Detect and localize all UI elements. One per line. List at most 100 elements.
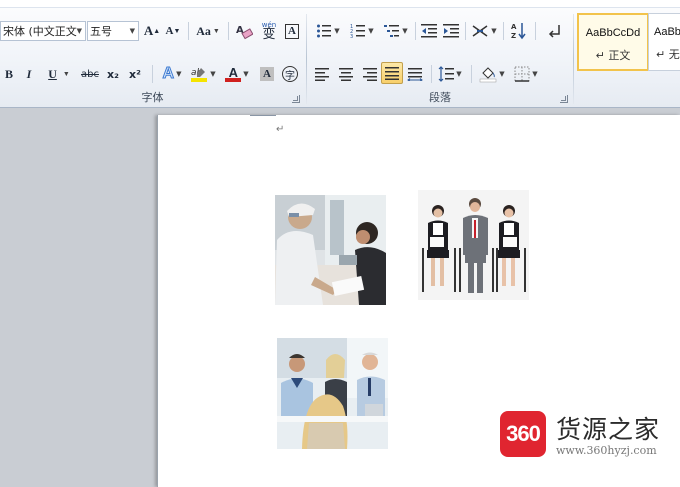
grow-font-button[interactable]: A ▲ (143, 21, 161, 41)
svg-text:A: A (511, 23, 517, 31)
watermark: 360 货源之家 www.360hyzj.com (500, 410, 676, 460)
subscript-label: x₂ (107, 67, 119, 81)
enclose-char-label: 字 (282, 66, 298, 82)
shading-button[interactable]: ▼ (477, 64, 507, 84)
paint-bucket-icon (480, 67, 497, 83)
document-background (0, 109, 154, 487)
line-spacing-icon (438, 66, 455, 82)
align-center-button[interactable] (336, 64, 356, 84)
numbering-button[interactable]: 1 2 3 ▼ (347, 21, 377, 41)
line-spacing-button[interactable]: ▼ (435, 64, 465, 84)
paragraph-group: ▼ 1 2 3 ▼ ▼ ▼ AZ ▼ ▼ ▼ 段落 (307, 8, 573, 108)
increase-indent-icon (443, 24, 459, 38)
font-color-label: A (228, 64, 238, 80)
phonetic-guide-button[interactable]: wén 变 (258, 20, 280, 42)
shrink-font-button[interactable]: A ▼ (164, 21, 182, 41)
phonetic-char: 变 (262, 27, 276, 42)
style-normal[interactable]: AaBbCcDd ↵ 正文 (577, 13, 649, 71)
sort-az-icon: AZ (511, 23, 526, 40)
font-name-value: 宋体 (中文正文 (3, 25, 77, 38)
numbered-list-icon: 123 (350, 24, 366, 39)
subscript-button[interactable]: x₂ (104, 64, 122, 84)
paragraph-mark: ↵ (276, 124, 285, 135)
paragraph-group-label: 段落 (429, 91, 451, 104)
char-shading-button[interactable]: A (258, 64, 276, 84)
font-name-combo[interactable]: 宋体 (中文正文 ▼ (0, 21, 86, 41)
chinese-layout-button[interactable]: ▼ (469, 21, 499, 41)
sort-button[interactable]: AZ (509, 21, 529, 41)
style-name: ↵ 正文 (595, 49, 631, 62)
style-no-spacing[interactable]: AaBb ↵ 无 (648, 13, 680, 71)
watermark-logo: 360 (500, 411, 546, 457)
decrease-indent-button[interactable] (419, 21, 439, 41)
underline-label: U (48, 66, 57, 81)
text-effect-label: A (162, 65, 175, 83)
highlighter-icon: ab (191, 68, 208, 82)
seated-candidates-image (418, 190, 529, 300)
superscript-button[interactable]: x² (126, 64, 144, 84)
italic-label: I (26, 66, 32, 81)
border-grid-icon (514, 66, 530, 82)
change-case-button[interactable]: Aa ▼ (194, 21, 222, 41)
margin-marker (250, 115, 276, 116)
photo-interview-panel[interactable] (277, 338, 388, 449)
italic-button[interactable]: I (22, 64, 36, 84)
eraser-icon: A (236, 25, 253, 40)
bullet-list-icon (317, 24, 332, 38)
svg-text:3: 3 (350, 34, 353, 39)
ribbon: 宋体 (中文正文 ▼ 五号 ▼ A▲ A▼ Aa▼ A wén 变 A B (0, 0, 680, 108)
interview-panel-image (277, 338, 388, 449)
font-group-label: 字体 (141, 91, 164, 104)
underline-button[interactable]: U ▼ (44, 64, 74, 84)
justify-icon (385, 67, 399, 80)
paragraph-dialog-launcher-icon[interactable] (560, 95, 568, 103)
enclose-char-button[interactable]: 字 (280, 64, 300, 84)
borders-button[interactable]: ▼ (511, 64, 541, 84)
multilevel-list-button[interactable]: ▼ (381, 21, 411, 41)
font-size-combo[interactable]: 五号 ▼ (87, 21, 139, 41)
justify-button[interactable] (381, 62, 403, 84)
paragraph-mark-icon (548, 25, 560, 38)
text-effect-button[interactable]: A ▼ (158, 64, 186, 84)
font-dialog-launcher-icon[interactable] (292, 95, 300, 103)
highlight-button[interactable]: ab ▼ (188, 64, 218, 84)
multilevel-list-icon (384, 25, 400, 37)
font-group: 宋体 (中文正文 ▼ 五号 ▼ A▲ A▼ Aa▼ A wén 变 A B (0, 8, 305, 108)
align-left-icon (315, 68, 329, 81)
char-border-button[interactable]: A (283, 21, 301, 41)
photo-seated-candidates[interactable] (418, 190, 529, 300)
strikethrough-label: abc (81, 68, 99, 80)
decrease-indent-icon (421, 24, 437, 38)
bold-label: B (4, 66, 13, 81)
style-sample: AaBb (654, 26, 680, 38)
ribbon-tab-strip (0, 0, 680, 8)
bullets-button[interactable]: ▼ (313, 21, 343, 41)
font-size-value: 五号 (90, 25, 112, 38)
char-shading-label: A (260, 67, 274, 81)
align-right-button[interactable] (359, 64, 379, 84)
svg-text:Z: Z (511, 32, 516, 40)
chevron-down-icon: ▼ (129, 27, 135, 35)
photo-service-counter[interactable] (275, 195, 386, 305)
chinese-layout-icon (472, 25, 488, 37)
font-color-button[interactable]: A ▼ (222, 64, 252, 84)
style-name: ↵ 无 (656, 48, 680, 61)
grow-font-label: A (143, 23, 154, 38)
chevron-down-icon: ▼ (76, 27, 82, 35)
change-case-label: Aa (196, 23, 211, 38)
bold-button[interactable]: B (2, 64, 16, 84)
distributed-button[interactable] (405, 64, 425, 84)
watermark-url: www.360hyzj.com (556, 444, 657, 457)
char-border-label: A (285, 23, 299, 39)
align-center-icon (339, 68, 353, 81)
strikethrough-button[interactable]: abc (80, 64, 100, 84)
increase-indent-button[interactable] (441, 21, 461, 41)
align-right-icon (363, 68, 377, 81)
watermark-title: 货源之家 (556, 415, 661, 444)
show-marks-button[interactable] (545, 21, 565, 41)
distributed-align-icon (407, 68, 423, 81)
clear-format-button[interactable]: A (234, 21, 254, 41)
style-sample: AaBbCcDd (585, 27, 641, 39)
font-color-swatch: A (225, 64, 242, 82)
align-left-button[interactable] (313, 64, 333, 84)
